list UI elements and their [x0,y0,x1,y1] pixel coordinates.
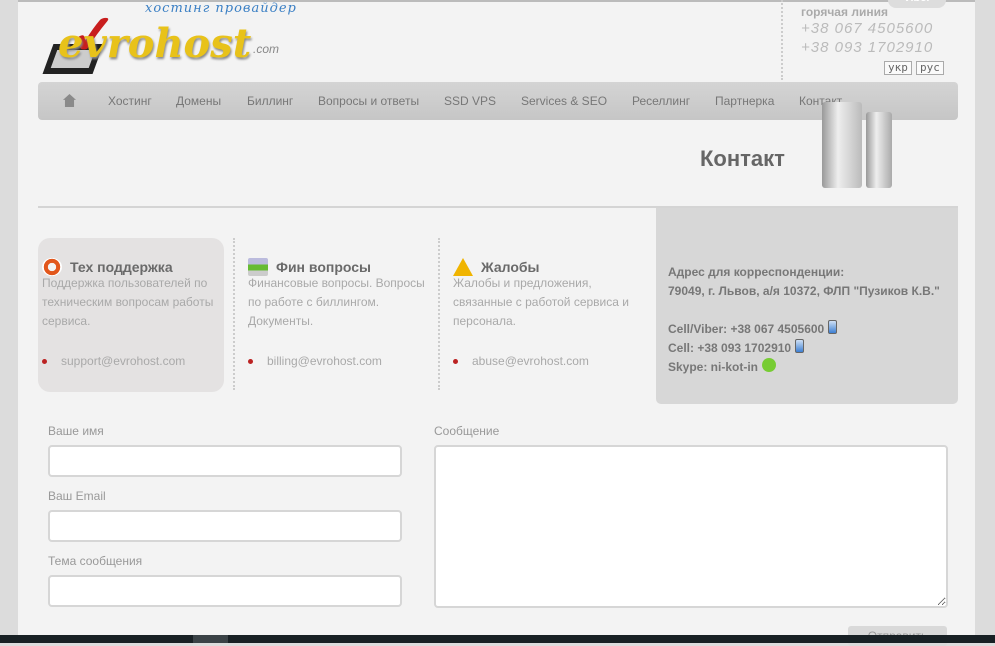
nav-hosting[interactable]: Хостинг [108,94,152,108]
name-input[interactable] [48,445,402,477]
main-nav: Хостинг Домены Биллинг Вопросы и ответы … [38,82,958,120]
name-label: Ваше имя [48,424,104,438]
home-icon[interactable] [63,94,76,107]
nav-services-seo[interactable]: Services & SEO [521,94,607,108]
nav-domains[interactable]: Домены [176,94,221,108]
column-desc: Финансовые вопросы. Вопросы по работе с … [248,276,425,328]
nav-faq[interactable]: Вопросы и ответы [318,94,419,108]
email-link[interactable]: support@evrohost.com [61,354,185,368]
column-title: Фин вопросы [276,259,371,275]
subject-label: Тема сообщения [48,554,143,568]
hotline-label: горячая линия [801,5,888,19]
taskbar [0,635,995,643]
taskbar-item[interactable] [193,635,228,643]
billing-column: Фин вопросы Финансовые вопросы. Вопросы … [244,238,430,392]
support-column: Тех поддержка Поддержка пользователей по… [38,238,224,392]
page-title: Контакт [700,146,785,171]
email-link[interactable]: billing@evrohost.com [267,354,382,368]
server-image [866,112,892,188]
column-desc: Жалобы и предложения, связанные с работо… [453,276,629,328]
bullet-icon [248,359,253,365]
hotline-phone: +38 067 4505600 [801,20,934,37]
abuse-column: Жалобы Жалобы и предложения, связанные с… [449,238,635,392]
nav-ssd-vps[interactable]: SSD VPS [444,94,496,108]
divider [233,238,235,390]
email-item: abuse@evrohost.com [453,354,589,368]
nav-billing[interactable]: Биллинг [247,94,293,108]
server-image [822,102,862,188]
column-title: Тех поддержка [70,259,173,275]
logo[interactable]: evrohost [58,20,251,67]
divider [781,0,783,80]
message-textarea[interactable] [434,445,948,608]
address-panel: Адрес для корреспонденции: 79049, г. Льв… [656,208,958,404]
email-item: support@evrohost.com [42,354,185,368]
warning-icon [453,258,473,276]
logo-suffix: .com [253,42,280,56]
lang-ukr[interactable]: укр [884,61,912,75]
subject-input[interactable] [48,575,402,607]
column-title: Жалобы [481,259,540,275]
skype-icon [762,358,777,372]
nav-partner[interactable]: Партнерка [715,94,774,108]
column-desc: Поддержка пользователей по техническим в… [42,276,214,328]
nav-reselling[interactable]: Реселлинг [632,94,690,108]
phone-icon [828,320,838,334]
cell: Cell: +38 093 1702910 [668,341,792,355]
lang-rus[interactable]: рус [916,61,944,75]
email-input[interactable] [48,510,402,542]
divider [438,238,440,390]
address-label: Адрес для корреспонденции: [668,265,845,279]
cell-viber: Cell/Viber: +38 067 4505600 [668,322,825,336]
hotline-phone: +38 093 1702910 [801,39,934,56]
bullet-icon [453,359,458,365]
address-value: 79049, г. Львов, а/я 10372, ФЛП "Пузиков… [668,284,940,298]
email-item: billing@evrohost.com [248,354,382,368]
viber-badge: Viber [888,0,946,8]
email-link[interactable]: abuse@evrohost.com [472,354,589,368]
phone-icon [795,339,805,353]
logo-tagline: хостинг провайдер [145,1,297,16]
skype: Skype: ni-kot-in [668,360,759,374]
message-label: Сообщение [434,424,500,438]
bullet-icon [42,359,47,365]
email-label: Ваш Email [48,489,106,503]
